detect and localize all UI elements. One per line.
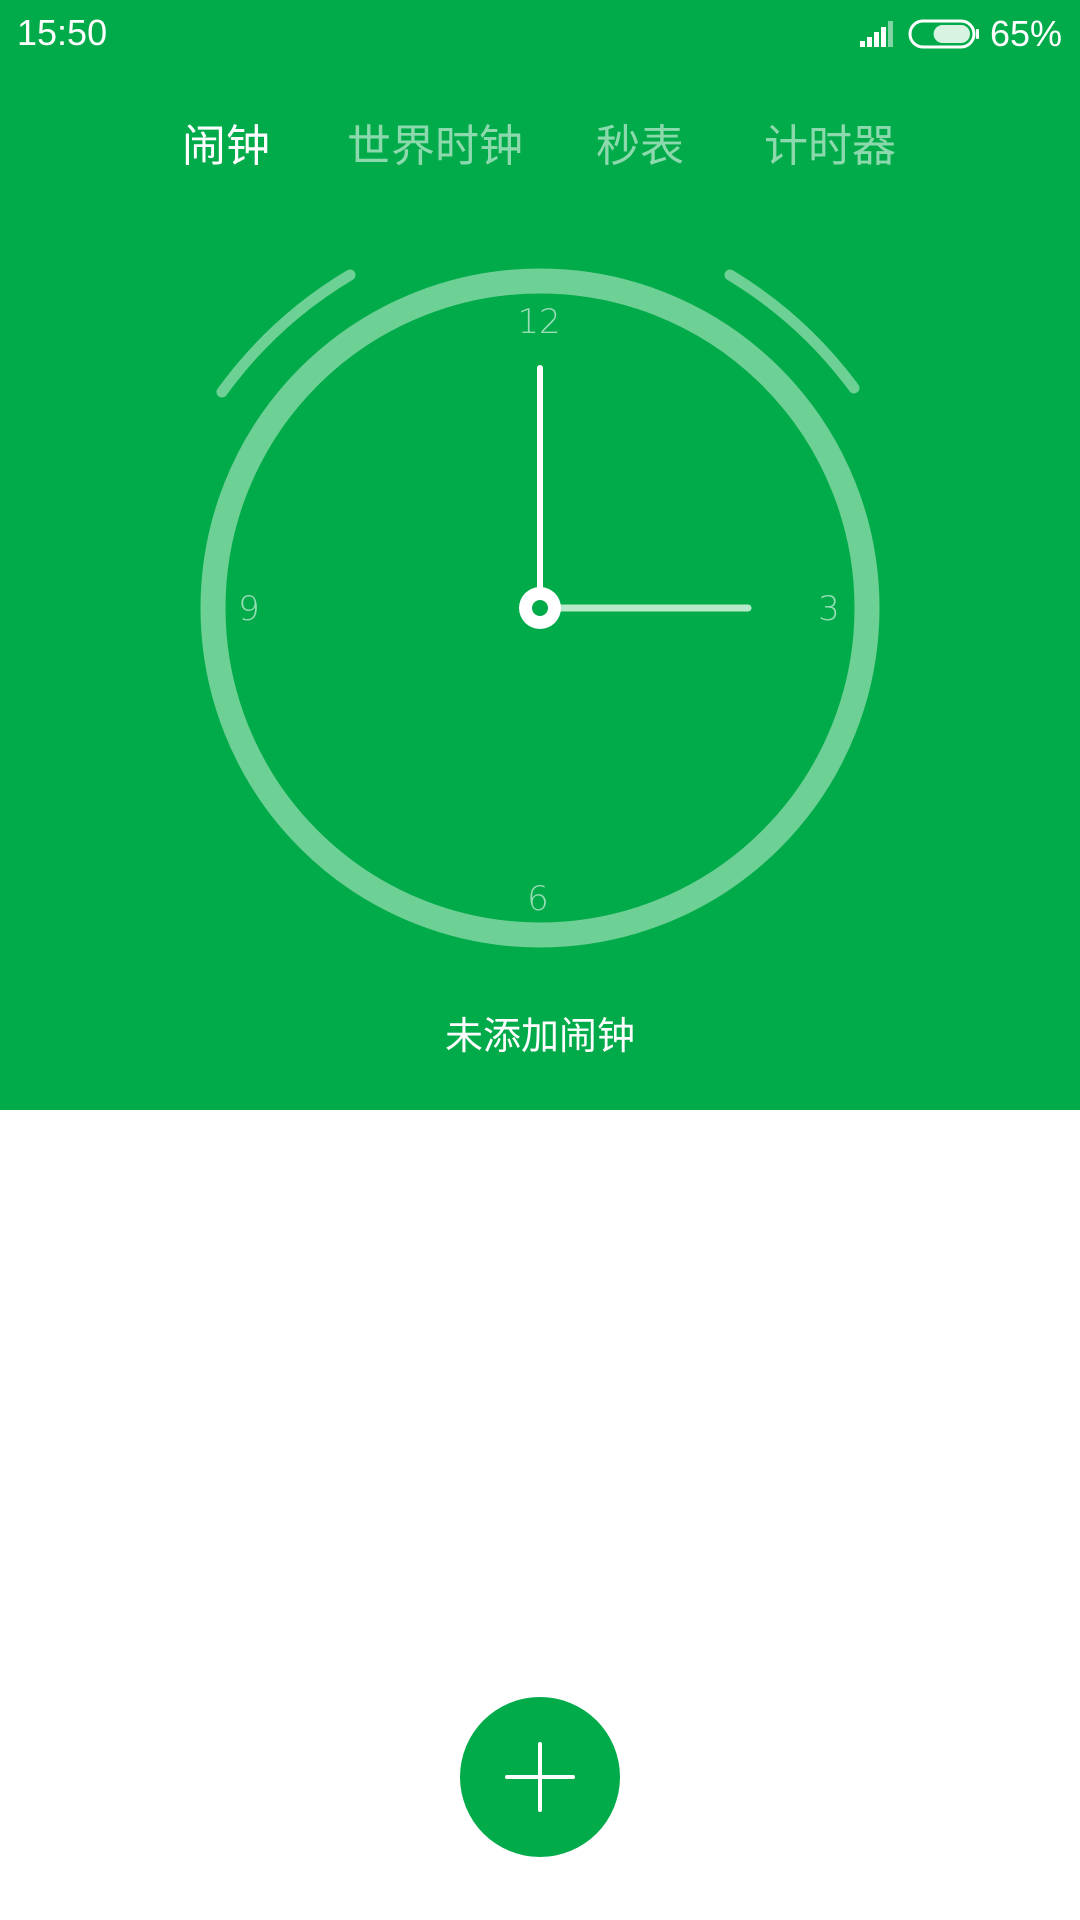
no-alarm-message: 未添加闹钟 [444, 1014, 635, 1058]
left-bell-arc [216, 269, 356, 398]
clock-illustration: 12 3 6 9 [200, 268, 880, 948]
add-alarm-button[interactable] [460, 1697, 620, 1857]
clock-number-9: 9 [238, 589, 260, 629]
clock-number-3: 3 [818, 589, 840, 629]
clock-number-6: 6 [527, 879, 549, 919]
plus-icon [505, 1742, 575, 1812]
clock-center-dot [532, 600, 548, 616]
clock-number-12: 12 [517, 302, 560, 342]
header-panel: 15:50 65% 闹钟 世界时钟 秒表 计时器 12 3 6 9 未添加闹钟 [0, 0, 1080, 1110]
